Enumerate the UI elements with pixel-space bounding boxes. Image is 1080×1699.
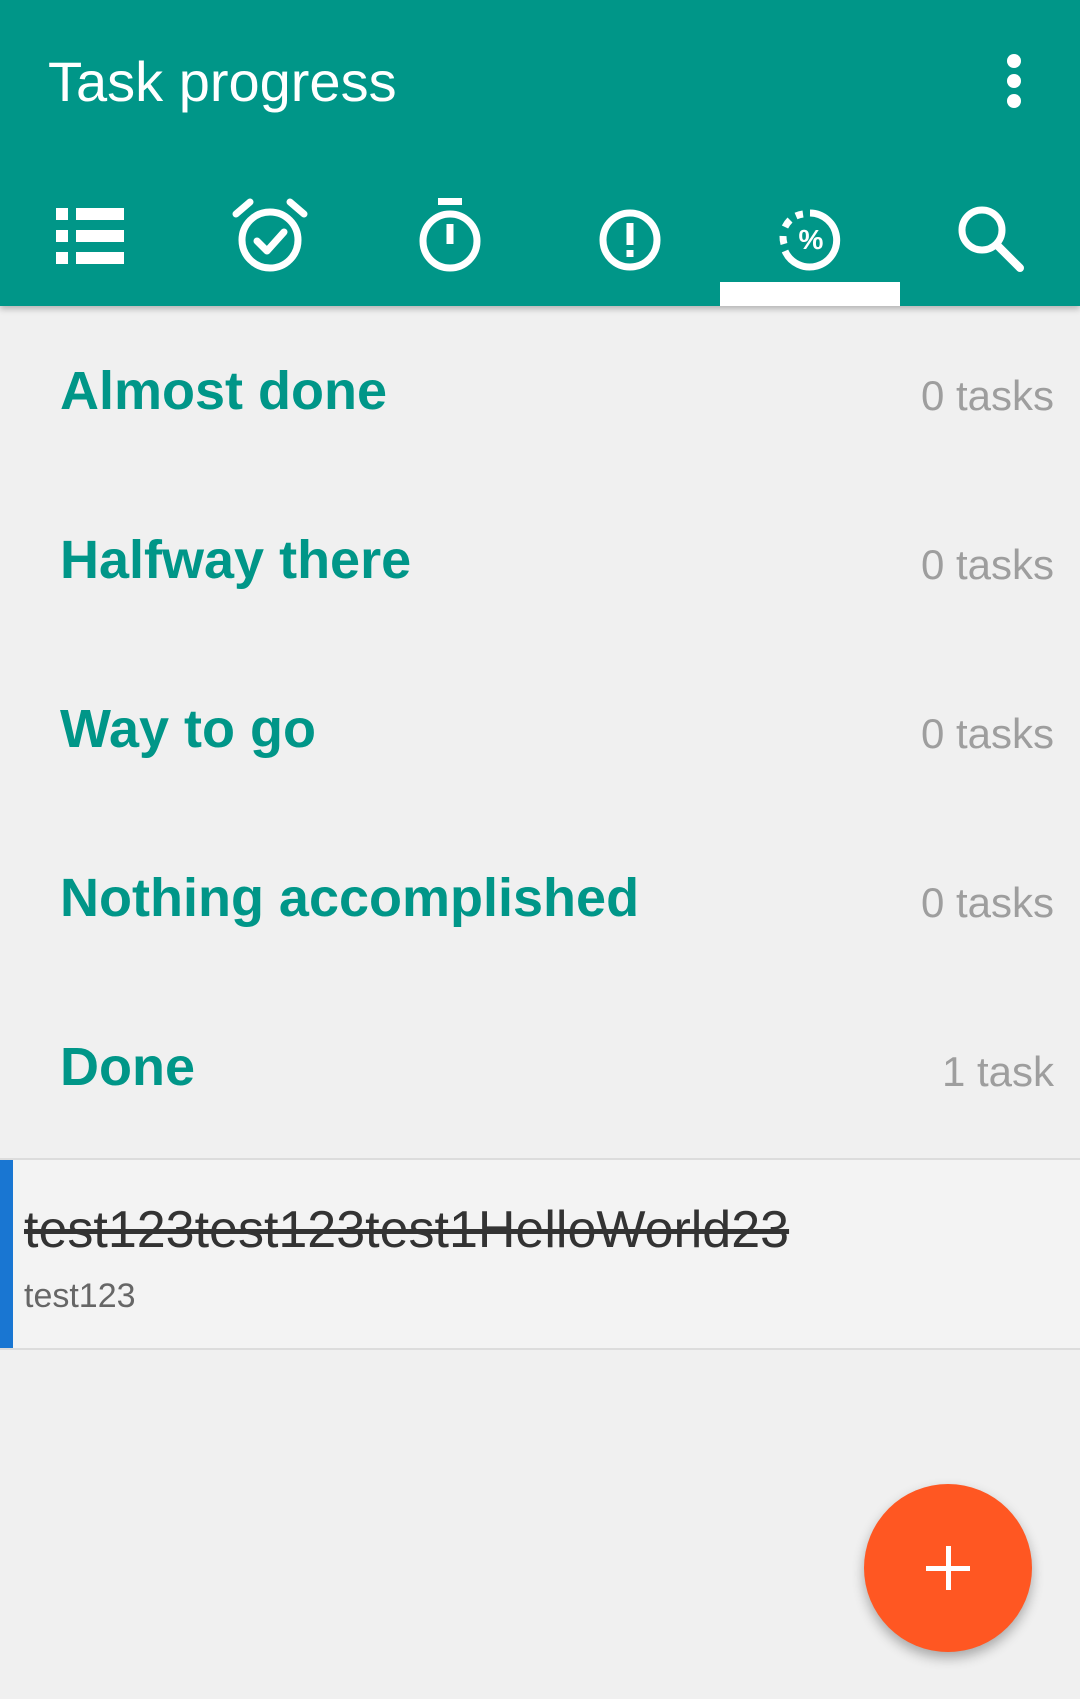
section-title: Almost done [60,361,388,421]
more-vert-icon [1007,54,1021,108]
plus-icon [926,1546,970,1590]
task-subtitle: test123 [24,1277,136,1315]
alarm-check-icon [232,198,308,272]
tab-priority[interactable] [540,180,720,306]
progress-percent-icon: % [779,209,841,271]
section-count: 0 tasks [920,710,1054,757]
section-count: 0 tasks [920,541,1054,588]
search-icon [958,206,1024,272]
task-color-accent [0,1160,13,1348]
section-title: Nothing accomplished [60,868,640,928]
section-done[interactable]: Done 1 task [0,982,1080,1151]
selected-tab-indicator [720,282,900,306]
tab-due[interactable] [180,180,360,306]
section-halfway-there[interactable]: Halfway there 0 tasks [0,475,1080,644]
section-title: Way to go [60,699,316,759]
task-title: test123test123test1HelloWorld23 [24,1201,790,1259]
section-title: Done [60,1037,195,1097]
section-title: Halfway there [60,530,412,590]
add-task-button[interactable] [864,1484,1032,1652]
section-count: 1 task [941,1048,1054,1095]
tab-timer[interactable] [360,180,540,306]
list-icon [56,208,124,264]
section-count: 0 tasks [920,879,1054,926]
overflow-menu-button[interactable] [984,46,1044,116]
svg-text:%: % [799,224,824,255]
page-title: Task progress [48,50,397,113]
task-item[interactable]: test123test123test1HelloWorld23 test123 [0,1158,1080,1350]
tab-progress[interactable]: % [720,180,900,306]
tab-bar: % [0,180,1080,306]
app-bar: Task progress % [0,0,1080,306]
tab-search[interactable] [900,180,1080,306]
stopwatch-icon [419,198,481,272]
section-almost-done[interactable]: Almost done 0 tasks [0,306,1080,475]
section-count: 0 tasks [920,372,1054,419]
tab-all-tasks[interactable] [0,180,180,306]
section-nothing-accomplished[interactable]: Nothing accomplished 0 tasks [0,813,1080,982]
section-way-to-go[interactable]: Way to go 0 tasks [0,644,1080,813]
priority-alert-icon [599,209,661,271]
